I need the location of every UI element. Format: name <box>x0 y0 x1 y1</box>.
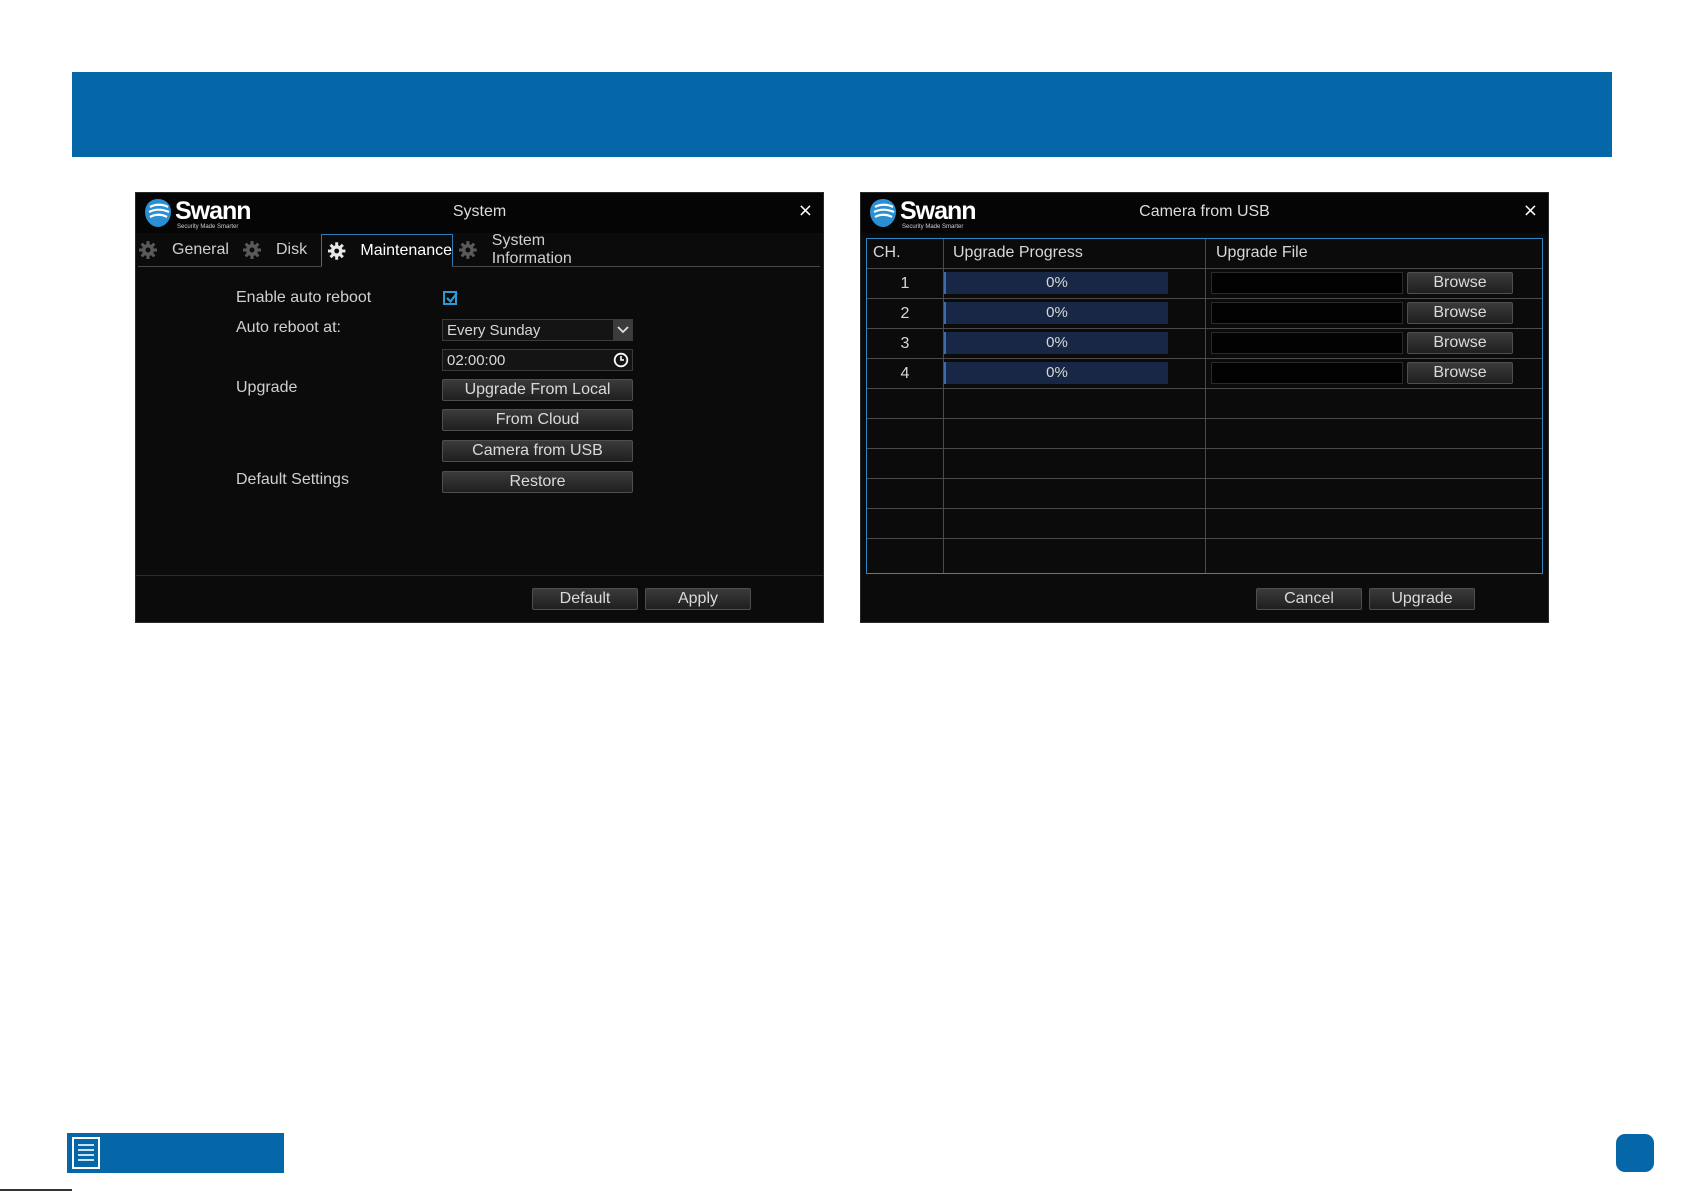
auto-reboot-at-label: Auto reboot at: <box>236 319 341 336</box>
tab-general[interactable]: General <box>138 234 232 266</box>
upgrade-label: Upgrade <box>236 379 298 396</box>
bottom-rule <box>0 1189 72 1191</box>
table-row: 2 0% Browse <box>867 299 1542 329</box>
document-icon <box>72 1137 100 1169</box>
select-value: Every Sunday <box>447 322 541 339</box>
tab-label: Disk <box>276 241 308 258</box>
browse-button[interactable]: Browse <box>1407 302 1513 324</box>
column-header-upgrade-progress: Upgrade Progress <box>953 244 1083 261</box>
upgrade-progress-bar: 0% <box>944 272 1168 294</box>
empty-table-row <box>867 539 1542 569</box>
apply-button[interactable]: Apply <box>645 588 751 610</box>
upgrade-file-field[interactable] <box>1211 302 1403 324</box>
clock-icon <box>613 352 629 372</box>
close-icon[interactable]: × <box>1523 201 1538 221</box>
checkmark-icon <box>446 292 458 304</box>
enable-auto-reboot-label: Enable auto reboot <box>236 289 372 306</box>
enable-auto-reboot-checkbox[interactable] <box>443 291 458 305</box>
empty-table-row <box>867 449 1542 479</box>
channel-number: 1 <box>900 275 910 292</box>
tab-label: General <box>172 241 229 258</box>
column-header-ch: CH. <box>873 244 901 261</box>
system-dialog: Swann Security Made Smarter System × Gen… <box>135 192 824 623</box>
upgrade-file-field[interactable] <box>1211 362 1403 384</box>
upgrade-progress-bar: 0% <box>944 362 1168 384</box>
page-number-badge <box>1616 1134 1654 1172</box>
auto-reboot-time-input[interactable]: 02:00:00 <box>442 349 633 371</box>
table-row: 3 0% Browse <box>867 329 1542 359</box>
channel-number: 3 <box>900 335 910 352</box>
auto-reboot-day-select[interactable]: Every Sunday <box>442 319 633 341</box>
gear-icon <box>243 241 261 259</box>
empty-table-row <box>867 479 1542 509</box>
gear-icon <box>139 241 157 259</box>
column-header-upgrade-file: Upgrade File <box>1216 244 1308 261</box>
dialog-title: System <box>452 203 507 220</box>
browse-button[interactable]: Browse <box>1407 272 1513 294</box>
header-banner <box>72 72 1612 157</box>
tab-maintenance[interactable]: Maintenance <box>321 234 453 267</box>
table-header: CH. Upgrade Progress Upgrade File <box>867 239 1542 269</box>
title-bar: Swann Security Made Smarter Camera from … <box>861 193 1548 233</box>
gear-icon <box>458 241 477 259</box>
upgrade-progress-bar: 0% <box>944 302 1168 324</box>
upgrade-progress-bar: 0% <box>944 332 1168 354</box>
restore-button[interactable]: Restore <box>442 471 633 493</box>
camera-from-usb-button[interactable]: Camera from USB <box>442 440 633 462</box>
title-bar: Swann Security Made Smarter System × <box>136 193 823 233</box>
chevron-down-icon <box>613 320 632 340</box>
close-icon[interactable]: × <box>798 201 813 221</box>
upgrade-from-local-button[interactable]: Upgrade From Local <box>442 379 633 401</box>
upgrade-file-field[interactable] <box>1211 332 1403 354</box>
tab-label: Maintenance <box>360 241 452 259</box>
default-button[interactable]: Default <box>532 588 638 610</box>
channel-number: 2 <box>900 305 910 322</box>
tab-label: System Information <box>491 232 572 267</box>
time-value: 02:00:00 <box>447 352 506 369</box>
browse-button[interactable]: Browse <box>1407 362 1513 384</box>
tab-bar: General Disk Maintenance System Informat… <box>138 232 820 267</box>
tab-disk[interactable]: Disk <box>242 234 310 266</box>
browse-button[interactable]: Browse <box>1407 332 1513 354</box>
table-of-contents-bar[interactable] <box>67 1133 284 1173</box>
default-settings-label: Default Settings <box>236 471 349 488</box>
upgrade-file-field[interactable] <box>1211 272 1403 294</box>
brand-tagline: Security Made Smarter <box>902 224 964 230</box>
upgrade-button[interactable]: Upgrade <box>1369 588 1475 610</box>
table-row: 1 0% Browse <box>867 269 1542 299</box>
empty-table-row <box>867 419 1542 449</box>
table-row: 4 0% Browse <box>867 359 1542 389</box>
brand-tagline: Security Made Smarter <box>177 224 239 230</box>
channel-number: 4 <box>900 365 910 382</box>
upgrade-table: CH. Upgrade Progress Upgrade File 1 0% B… <box>866 238 1543 574</box>
dialog-title: Camera from USB <box>1139 203 1270 220</box>
cancel-button[interactable]: Cancel <box>1256 588 1362 610</box>
from-cloud-button[interactable]: From Cloud <box>442 409 633 431</box>
gear-icon <box>327 241 346 260</box>
camera-from-usb-dialog: Swann Security Made Smarter Camera from … <box>860 192 1549 623</box>
empty-table-row <box>867 509 1542 539</box>
tab-system-information[interactable]: System Information <box>458 232 628 267</box>
empty-table-row <box>867 389 1542 419</box>
footer-divider <box>136 575 823 576</box>
